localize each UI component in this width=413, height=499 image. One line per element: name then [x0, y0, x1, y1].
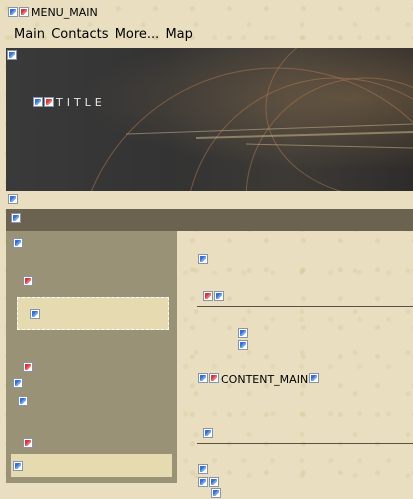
broken-image-icon	[309, 373, 319, 383]
broken-image-icon	[33, 97, 43, 107]
content-divider	[197, 306, 413, 307]
broken-image-icon	[203, 428, 213, 438]
broken-image-icon	[23, 276, 33, 286]
broken-image-icon	[18, 396, 28, 406]
broken-image-icon	[238, 340, 248, 350]
banner-arcs	[90, 48, 413, 191]
broken-image-icon	[19, 7, 29, 17]
broken-image-icon	[198, 477, 208, 487]
broken-image-icon	[198, 373, 208, 383]
broken-image-icon	[23, 438, 33, 448]
broken-image-icon	[211, 488, 221, 498]
menu-item-more[interactable]: More...	[115, 27, 160, 42]
header-banner	[6, 48, 413, 191]
broken-image-icon	[8, 7, 18, 17]
broken-image-icon	[209, 373, 219, 383]
menu-item-contacts[interactable]: Contacts	[51, 27, 108, 42]
broken-image-icon	[8, 194, 18, 204]
broken-image-icon	[7, 50, 17, 60]
content-bar	[6, 209, 413, 231]
broken-image-icon	[198, 464, 208, 474]
broken-image-icon	[11, 213, 21, 223]
broken-image-icon	[44, 97, 54, 107]
menu-item-main[interactable]: Main	[14, 27, 45, 42]
menu-item-map[interactable]: Map	[165, 27, 192, 42]
sidebar-footer	[11, 454, 172, 477]
broken-image-icon	[13, 461, 23, 471]
menu-main-title: MENU_MAIN	[31, 6, 98, 19]
broken-image-icon	[13, 378, 23, 388]
broken-image-icon	[23, 362, 33, 372]
broken-image-icon	[238, 328, 248, 338]
broken-image-icon	[203, 291, 213, 301]
main-menu: Main Contacts More... Map	[14, 27, 195, 42]
content-main-label: CONTENT_MAIN	[221, 373, 309, 386]
broken-image-icon	[13, 238, 23, 248]
broken-image-icon	[30, 309, 40, 319]
content-divider	[197, 443, 413, 444]
broken-image-icon	[209, 477, 219, 487]
broken-image-icon	[214, 291, 224, 301]
broken-image-icon	[198, 254, 208, 264]
banner-title: TITLE	[56, 96, 106, 109]
